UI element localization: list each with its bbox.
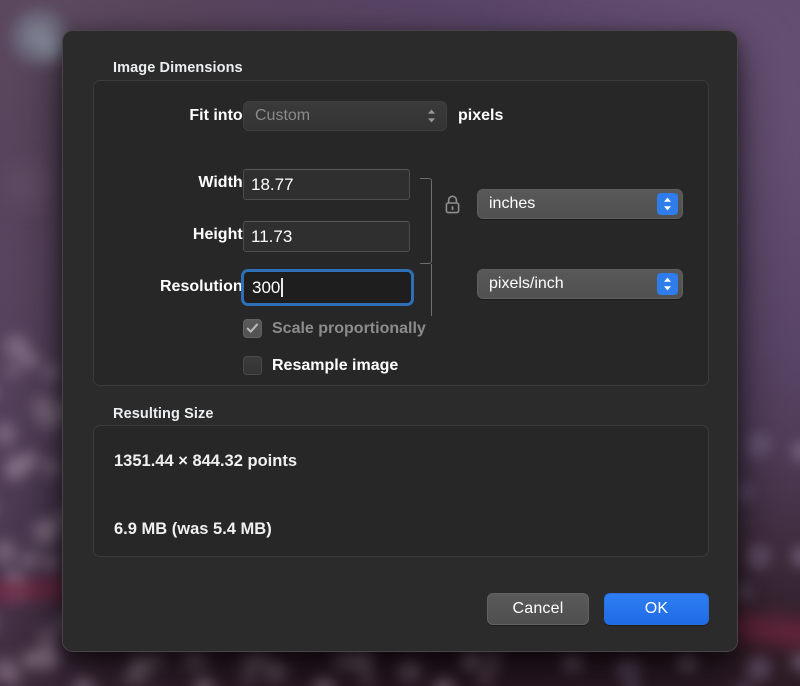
lock-closed-icon <box>444 194 461 220</box>
size-unit-popup[interactable]: inches <box>477 189 683 219</box>
resample-image-checkbox-row[interactable]: Resample image <box>243 356 398 375</box>
image-resize-dialog: Image Dimensions Fit into: Custom pixels… <box>62 30 738 652</box>
resolution-unit-popup[interactable]: pixels/inch <box>477 269 683 299</box>
image-dimensions-title: Image Dimensions <box>113 60 243 76</box>
chevron-up-down-icon <box>657 273 678 295</box>
text-cursor <box>281 278 283 297</box>
size-unit-value: inches <box>489 195 536 212</box>
checkbox-checked-icon[interactable] <box>243 319 262 338</box>
cancel-button-label: Cancel <box>512 600 564 617</box>
height-input[interactable]: 11.73 <box>243 221 410 252</box>
resample-image-label: Resample image <box>272 356 399 374</box>
dimension-link-bracket <box>420 178 432 264</box>
resolution-unit-value: pixels/inch <box>489 275 564 292</box>
cancel-button[interactable]: Cancel <box>487 593 589 625</box>
checkbox-unchecked-icon[interactable] <box>243 356 262 375</box>
chevron-up-down-icon <box>421 105 442 127</box>
resulting-filesize-text: 6.9 MB (was 5.4 MB) <box>114 520 272 538</box>
scale-proportionally-checkbox-row[interactable]: Scale proportionally <box>243 319 426 338</box>
dimension-link-bracket-lower <box>420 264 432 316</box>
resolution-input[interactable]: 300 <box>244 272 411 303</box>
width-value: 18.77 <box>251 174 294 194</box>
ok-button-label: OK <box>644 600 669 617</box>
fit-into-label: Fit into: <box>189 107 248 124</box>
resolution-label: Resolution: <box>160 278 248 295</box>
ok-button[interactable]: OK <box>604 593 709 625</box>
chevron-up-down-icon <box>657 193 678 215</box>
scale-proportionally-label: Scale proportionally <box>272 319 426 337</box>
resolution-value: 300 <box>252 277 281 297</box>
resulting-dimensions-text: 1351.44 × 844.32 points <box>114 452 297 470</box>
height-value: 11.73 <box>251 226 293 246</box>
fit-into-unit-label: pixels <box>458 107 504 124</box>
width-label: Width: <box>198 174 248 191</box>
fit-into-popup[interactable]: Custom <box>243 101 447 131</box>
resulting-size-title: Resulting Size <box>113 406 214 422</box>
fit-into-value: Custom <box>255 107 311 124</box>
height-label: Height: <box>192 226 248 243</box>
width-input[interactable]: 18.77 <box>243 169 410 200</box>
